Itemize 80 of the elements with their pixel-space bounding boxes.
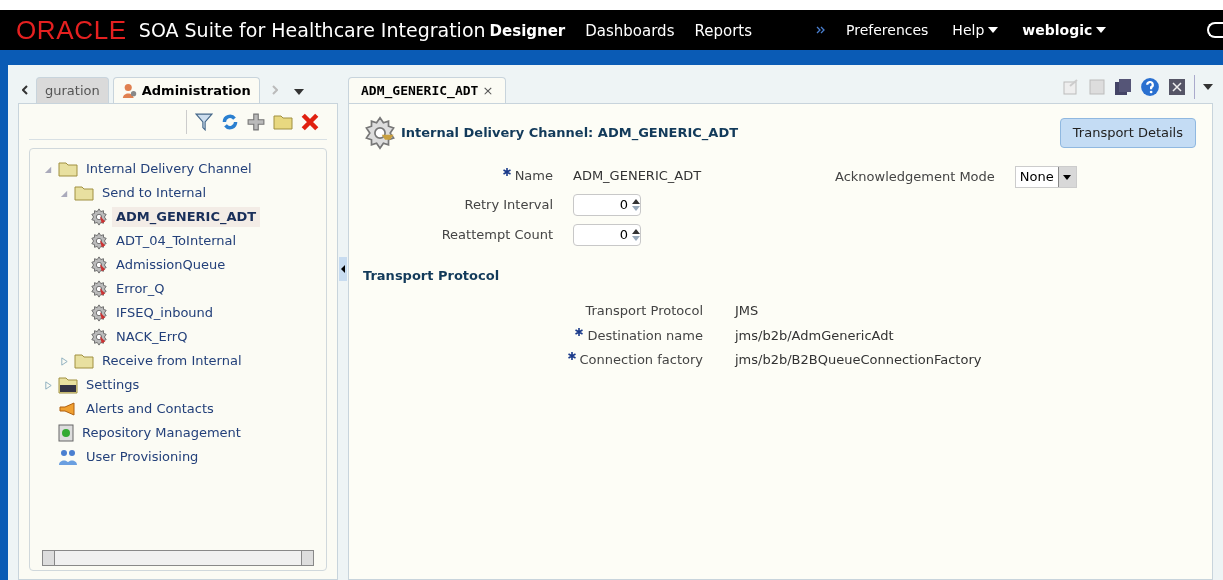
section-heading: Transport Protocol <box>363 266 501 285</box>
folder-icon <box>58 161 78 177</box>
horizontal-scrollbar[interactable] <box>42 550 314 566</box>
number-spinner[interactable]: 0 <box>573 223 641 246</box>
chevrons-icon <box>816 26 826 34</box>
tree-item[interactable]: Receive from Internal <box>98 351 246 371</box>
settings-folder-icon <box>58 376 78 394</box>
expanded-arrow-icon[interactable] <box>43 164 53 174</box>
save-all-icon[interactable] <box>1114 78 1132 96</box>
tree-item[interactable]: IFSEQ_inbound <box>112 303 218 323</box>
tree-item[interactable]: Repository Management <box>78 423 245 443</box>
caret-icon <box>1063 174 1072 180</box>
field-value: JMS <box>735 302 760 320</box>
close-tab-icon[interactable]: × <box>482 80 494 101</box>
field-value: jms/b2b/AdmGenericAdt <box>735 326 895 345</box>
transport-details-button[interactable]: Transport Details <box>1059 118 1196 148</box>
delete-icon[interactable] <box>301 112 319 131</box>
field-label: Connection factory <box>363 350 703 370</box>
field-value: ADM_GENERIC_ADT <box>573 167 703 185</box>
field-label: Transport Protocol <box>584 302 703 320</box>
caret-icon <box>1096 27 1107 33</box>
header-link[interactable]: Preferences <box>846 19 929 41</box>
required-asterisk-icon <box>502 168 511 176</box>
spinner-arrows-icon <box>632 227 640 242</box>
collapse-panel-handle[interactable] <box>339 257 347 281</box>
header-link[interactable]: weblogic <box>1022 19 1107 41</box>
gear-icon <box>90 256 108 274</box>
repository-icon <box>58 424 74 442</box>
folder-icon <box>74 353 94 369</box>
brand-logo: ORACLE <box>16 13 127 47</box>
caret-icon <box>988 27 999 33</box>
acknowledgement-select[interactable]: None <box>1014 166 1077 188</box>
tree-item[interactable]: ADT_04_ToInternal <box>112 231 241 251</box>
tree-item[interactable]: AdmissionQueue <box>112 255 230 275</box>
caret-icon[interactable] <box>1203 84 1213 90</box>
number-spinner[interactable]: 0 <box>573 193 641 216</box>
gear-icon <box>90 280 108 298</box>
spinner-arrows-icon <box>632 197 640 212</box>
add-icon[interactable] <box>247 112 265 131</box>
field-label: Destination name <box>363 325 703 345</box>
expanded-arrow-icon[interactable] <box>59 188 69 198</box>
field-label: Acknowledgement Mode <box>835 168 995 187</box>
tree-item[interactable]: NACK_ErrQ <box>112 327 192 347</box>
product-title: SOA Suite for Healthcare Integration <box>138 17 486 43</box>
tree-item[interactable]: Error_Q <box>112 279 169 299</box>
gear-icon <box>363 116 397 150</box>
required-asterisk-icon <box>575 327 584 336</box>
nav-link[interactable]: Designer <box>489 19 566 42</box>
document-tab[interactable]: ADM_GENERIC_ADT × <box>348 77 507 103</box>
tree-item[interactable]: Internal Delivery Channel <box>82 159 256 179</box>
filter-icon[interactable] <box>195 112 213 131</box>
dropdown-caret-icon[interactable] <box>293 89 304 95</box>
required-asterisk-icon <box>567 352 576 360</box>
refresh-icon[interactable] <box>221 112 239 131</box>
header-link[interactable]: Help <box>952 19 999 41</box>
folder-icon <box>74 185 94 201</box>
users-icon <box>58 448 78 466</box>
gear-icon <box>90 304 108 322</box>
scroll-left-icon[interactable] <box>22 85 28 95</box>
field-label: Name <box>363 166 553 186</box>
nav-link[interactable]: Dashboards <box>585 19 675 42</box>
field-value: jms/b2b/B2BQueueConnectionFactory <box>735 351 983 369</box>
field-label: Reattempt Count <box>440 225 553 244</box>
megaphone-icon <box>58 401 78 417</box>
tree-item[interactable]: User Provisioning <box>82 447 203 467</box>
nav-link[interactable]: Reports <box>694 19 752 42</box>
panel-tab[interactable]: guration <box>36 77 109 103</box>
tree-item[interactable]: ADM_GENERIC_ADT <box>112 207 261 227</box>
gear-icon <box>90 208 108 226</box>
page-title: Internal Delivery Channel: ADM_GENERIC_ADT <box>401 124 739 143</box>
tree-item[interactable]: Alerts and Contacts <box>82 399 218 419</box>
field-label: Retry Interval <box>463 195 553 214</box>
gear-icon <box>90 232 108 250</box>
admin-user-icon <box>121 82 138 99</box>
tree-item[interactable]: Settings <box>82 375 144 395</box>
panel-tab[interactable]: Administration <box>112 77 260 103</box>
help-icon[interactable] <box>1140 77 1160 97</box>
tree-item[interactable]: Send to Internal <box>98 183 211 203</box>
close-icon[interactable] <box>1168 78 1186 96</box>
gear-icon <box>90 328 108 346</box>
